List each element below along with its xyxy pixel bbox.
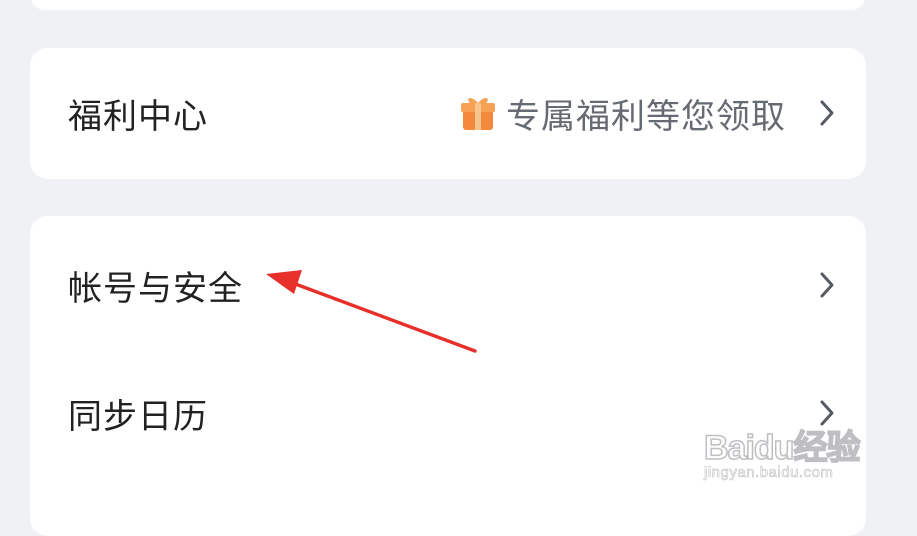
welfare-promo-text: 专属福利等您领取 [506,96,786,137]
account-security-right [816,270,838,300]
chevron-right-icon [816,270,838,300]
sync-calendar-row[interactable]: 同步日历 [30,348,866,478]
sync-calendar-right [816,398,838,428]
settings-card-account: 帐号与安全 同步日历 [30,216,866,536]
gift-icon [460,94,496,132]
chevron-right-icon [816,98,838,128]
welfare-center-label: 福利中心 [68,96,208,137]
settings-card-welfare: 福利中心 专属福利等您领取 [30,48,866,179]
account-security-row[interactable]: 帐号与安全 [30,220,866,350]
sync-calendar-label: 同步日历 [68,396,208,437]
account-security-label: 帐号与安全 [68,268,243,309]
chevron-right-icon [816,398,838,428]
welfare-center-row[interactable]: 福利中心 专属福利等您领取 [30,48,866,178]
welfare-center-right: 专属福利等您领取 [460,89,838,138]
settings-card-top [30,0,866,10]
